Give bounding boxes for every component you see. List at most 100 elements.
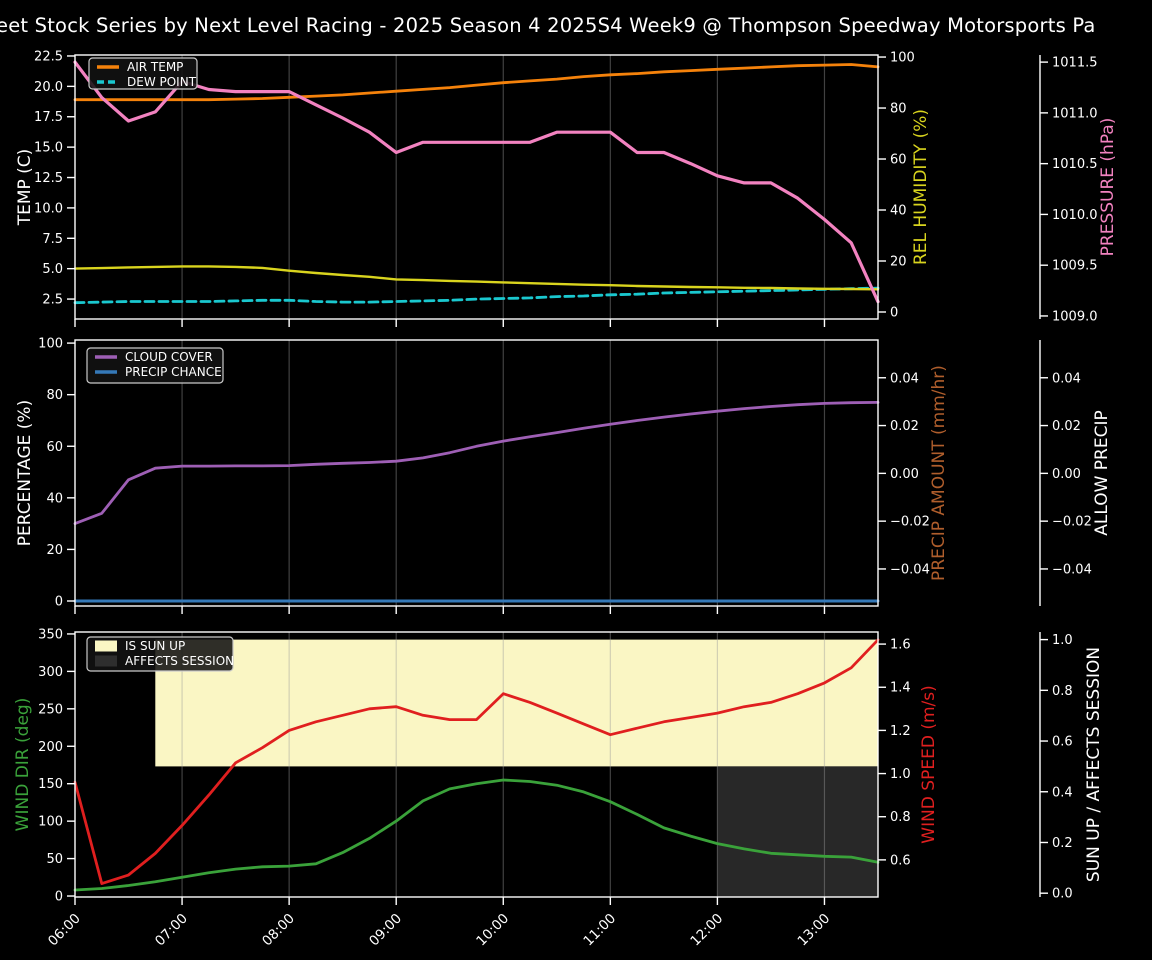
series-rel-humidity: [73, 265, 880, 291]
temperature-right-axis-label: REL HUMIDITY (%): [911, 109, 931, 265]
wind-sun-right-axis-label: WIND SPEED (m/s): [919, 685, 939, 843]
chart-precipitation: 0204060801000.040.020.00−0.02−0.040.040.…: [15, 337, 1112, 614]
svg-text:1009.0: 1009.0: [1052, 309, 1098, 324]
temperature-x-ticks: [74, 319, 826, 327]
legend-label-is-sun-up: IS SUN UP: [125, 639, 185, 653]
wind-sun-right2-axis-label: SUN UP / AFFECTS SESSION: [1084, 647, 1104, 882]
svg-text:0.04: 0.04: [890, 371, 919, 386]
svg-text:0.00: 0.00: [890, 467, 919, 482]
x-tick-label: 09:00: [366, 911, 405, 950]
legend-label-affects-session: AFFECTS SESSION: [125, 654, 234, 668]
svg-text:0: 0: [55, 594, 63, 609]
svg-text:22.5: 22.5: [34, 49, 63, 64]
x-tick-label: 11:00: [580, 911, 619, 950]
svg-text:1.0: 1.0: [890, 767, 911, 782]
svg-text:250: 250: [38, 702, 63, 717]
chart-temperature: 2.5 5.0 7.5 10.0 12.5 15.0 17.5 20.0 22.5 0 20 40 60…: [15, 49, 1118, 327]
svg-text:60: 60: [890, 153, 907, 168]
svg-text:100: 100: [38, 815, 63, 830]
svg-text:100: 100: [890, 51, 915, 66]
temperature-left-ticks: 2.5 5.0 7.5 10.0 12.5 15.0 17.5 20.0 22.5: [34, 49, 75, 308]
temperature-left-axis-label: TEMP (C): [15, 149, 35, 227]
precipitation-right-axis-label: PRECIP AMOUNT (mm/hr): [929, 365, 949, 581]
svg-text:350: 350: [38, 627, 63, 642]
x-tick-label: 10:00: [473, 911, 512, 950]
svg-text:20: 20: [890, 254, 907, 269]
svg-text:1011.0: 1011.0: [1052, 106, 1098, 121]
svg-text:0.8: 0.8: [890, 810, 911, 825]
svg-text:1009.5: 1009.5: [1052, 259, 1098, 274]
legend-label-air-temp: AIR TEMP: [127, 60, 183, 74]
svg-text:100: 100: [38, 337, 63, 352]
x-tick-label: 12:00: [687, 911, 726, 950]
precipitation-far-right-axis: 0.04 0.02 0.00 −0.02 −0.04: [1039, 340, 1092, 606]
chart-wind-sun: 0501001502002503003500.60.81.01.21.41.60…: [13, 627, 1104, 949]
svg-text:50: 50: [46, 852, 63, 867]
precipitation-right2-axis-label: ALLOW PRECIP: [1092, 410, 1112, 536]
svg-text:20: 20: [46, 543, 63, 558]
svg-text:0.04: 0.04: [1052, 371, 1081, 386]
legend-label-precip-chance: PRECIP CHANCE: [125, 365, 222, 379]
svg-text:40: 40: [46, 491, 63, 506]
svg-text:1.6: 1.6: [890, 638, 911, 653]
svg-text:0.02: 0.02: [1052, 419, 1081, 434]
wind-sun-left-axis-label: WIND DIR (deg): [13, 698, 33, 832]
series-cloud-cover: [73, 400, 880, 525]
svg-text:0.02: 0.02: [890, 419, 919, 434]
svg-text:1010.5: 1010.5: [1052, 157, 1098, 172]
svg-text:0.2: 0.2: [1052, 836, 1073, 851]
x-tick-label: 08:00: [259, 911, 298, 950]
svg-text:300: 300: [38, 665, 63, 680]
wind-sun-x-ticks: 06:00 07:00 08:00 09:00 10:00 11:00 12:00 13:00: [45, 897, 833, 949]
temperature-far-right-axis: 1009.0 1009.5 1010.0 1010.5 1011.0 1011.5: [1039, 55, 1098, 324]
svg-text:−0.04: −0.04: [890, 562, 930, 577]
svg-text:0.6: 0.6: [890, 853, 911, 868]
svg-text:5.0: 5.0: [42, 262, 63, 277]
weather-forecast-figure: eet Stock Series by Next Level Racing - …: [0, 0, 1152, 960]
precipitation-x-ticks: [74, 606, 826, 614]
temperature-legend: AIR TEMPDEW POINT: [88, 57, 198, 90]
x-tick-label: 13:00: [794, 911, 833, 950]
svg-text:2.5: 2.5: [42, 293, 63, 308]
svg-text:7.5: 7.5: [42, 232, 63, 247]
legend-swatch-affects-session: [95, 655, 117, 667]
gridlines: [181, 340, 826, 606]
wind-sun-left-ticks: 0 50 100 150 200 250 300 350: [38, 627, 75, 905]
svg-text:−0.04: −0.04: [1052, 562, 1092, 577]
precipitation-legend: CLOUD COVERPRECIP CHANCE: [86, 347, 224, 384]
temperature-right-ticks: 0 20 40 60 80 100: [878, 51, 915, 320]
svg-text:80: 80: [46, 388, 63, 403]
svg-text:15.0: 15.0: [34, 141, 63, 156]
precipitation-left-axis-label: PERCENTAGE (%): [15, 400, 35, 546]
wind-sun-far-right-axis: 0.0 0.2 0.4 0.6 0.8 1.0: [1039, 632, 1073, 902]
legend-swatch-is-sun-up: [95, 640, 117, 652]
x-tick-label: 07:00: [152, 911, 191, 950]
svg-text:0.4: 0.4: [1052, 785, 1073, 800]
svg-text:10.0: 10.0: [34, 201, 63, 216]
svg-text:1.2: 1.2: [890, 724, 911, 739]
x-tick-label: 06:00: [45, 911, 84, 950]
svg-text:−0.02: −0.02: [1052, 515, 1092, 530]
svg-text:0.00: 0.00: [1052, 467, 1081, 482]
svg-text:1011.5: 1011.5: [1052, 56, 1098, 71]
legend-label-dew-point: DEW POINT: [127, 75, 197, 89]
temperature-right2-axis-label: PRESSURE (hPa): [1098, 118, 1118, 257]
svg-text:60: 60: [46, 440, 63, 455]
svg-text:40: 40: [890, 204, 907, 219]
gridlines: [181, 55, 826, 319]
wind-sun-legend: IS SUN UPAFFECTS SESSION: [86, 636, 234, 672]
legend-label-cloud-cover: CLOUD COVER: [125, 350, 213, 364]
svg-text:1010.0: 1010.0: [1052, 208, 1098, 223]
svg-text:0: 0: [890, 305, 898, 320]
svg-text:0: 0: [55, 890, 63, 905]
svg-text:200: 200: [38, 740, 63, 755]
svg-text:1.0: 1.0: [1052, 633, 1073, 648]
svg-text:0.0: 0.0: [1052, 887, 1073, 902]
precipitation-right-ticks: 0.04 0.02 0.00 −0.02 −0.04: [878, 371, 930, 577]
svg-text:20.0: 20.0: [34, 80, 63, 95]
svg-text:0.6: 0.6: [1052, 735, 1073, 750]
affects-session-band: [717, 766, 878, 897]
forecast-charts-svg: 2.5 5.0 7.5 10.0 12.5 15.0 17.5 20.0 22.5 0 20 40 60…: [13, 49, 1118, 949]
svg-text:12.5: 12.5: [34, 171, 63, 186]
precipitation-left-ticks: 0 20 40 60 80 100: [38, 337, 75, 609]
